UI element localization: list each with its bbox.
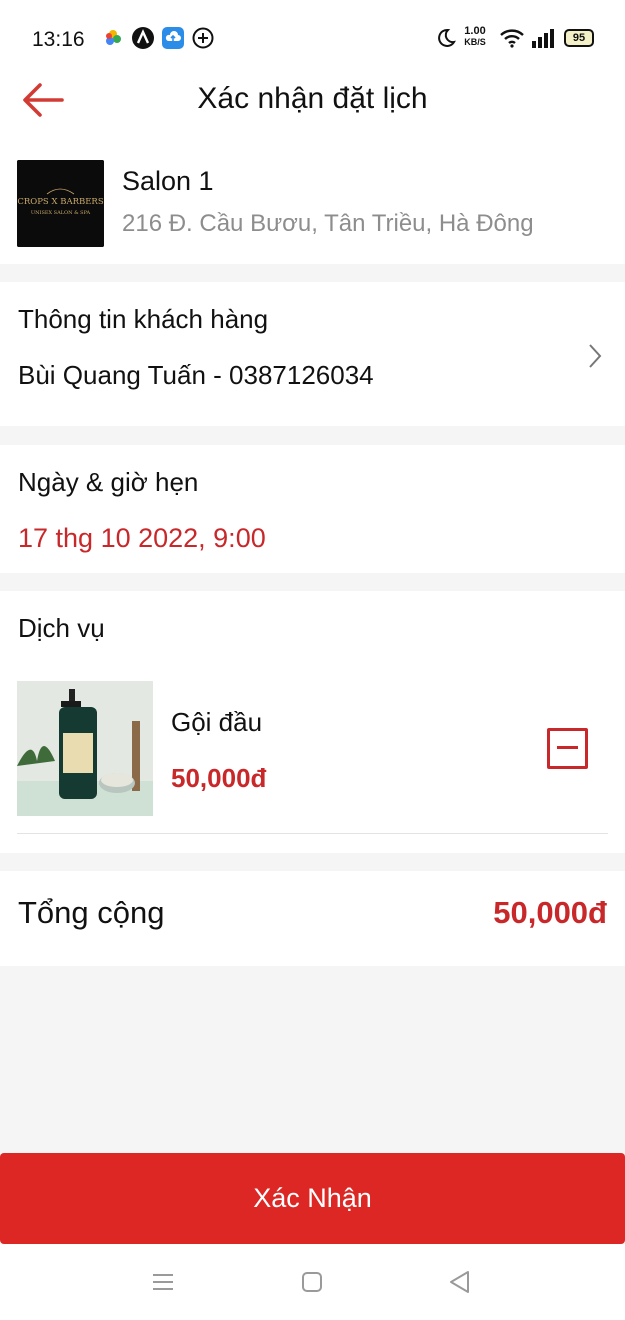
svg-text:CROPS X BARBERS: CROPS X BARBERS — [17, 197, 104, 207]
battery-level: 95 — [572, 32, 586, 44]
total-value: 50,000đ — [493, 895, 607, 930]
salon-name: Salon 1 — [122, 166, 214, 196]
total-label: Tổng cộng — [18, 895, 165, 930]
signal-icon — [532, 29, 554, 48]
customer-info-value: Bùi Quang Tuấn - 0387126034 — [18, 360, 374, 390]
total-row: Tổng cộng 50,000đ — [0, 871, 625, 966]
customer-info-row[interactable]: Thông tin khách hàng Bùi Quang Tuấn - 03… — [0, 282, 625, 426]
service-thumbnail — [17, 681, 153, 816]
confirm-button[interactable]: Xác Nhận — [0, 1153, 625, 1244]
services-section: Dịch vụ Gội đầu 50,000đ — [0, 591, 625, 853]
wifi-icon — [500, 29, 524, 48]
menu-icon[interactable] — [150, 1269, 176, 1295]
salon-logo: CROPS X BARBERS UNISEX SALON & SPA — [17, 160, 104, 247]
services-title: Dịch vụ — [18, 613, 105, 643]
chevron-right-icon — [589, 344, 602, 368]
divider — [17, 833, 608, 834]
page-title: Xác nhận đặt lịch — [197, 82, 428, 115]
service-price: 50,000đ — [171, 763, 267, 793]
add-circle-icon — [192, 27, 214, 49]
battery-icon: 95 — [564, 29, 594, 47]
svg-text:UNISEX SALON & SPA: UNISEX SALON & SPA — [31, 210, 91, 216]
appointment-datetime: 17 thg 10 2022, 9:00 — [18, 523, 266, 553]
pinwheel-app-icon — [106, 30, 121, 45]
appointment-section: Ngày & giờ hẹn 17 thg 10 2022, 9:00 — [0, 445, 625, 573]
moon-icon — [438, 28, 456, 47]
salon-address: 216 Đ. Cầu Bươu, Tân Triều, Hà Đông — [122, 210, 534, 237]
home-square-icon[interactable] — [299, 1269, 325, 1295]
service-name: Gội đầu — [171, 707, 263, 737]
appointment-title: Ngày & giờ hẹn — [18, 467, 199, 497]
status-time: 13:16 — [32, 28, 85, 51]
system-nav-bar — [0, 1244, 625, 1320]
back-triangle-icon[interactable] — [447, 1269, 473, 1295]
salon-card: CROPS X BARBERS UNISEX SALON & SPA Salon… — [0, 142, 625, 264]
app-a-icon — [132, 27, 154, 49]
cloud-upload-app-icon — [162, 27, 184, 49]
network-speed: 1.00 KB/S — [464, 25, 486, 48]
remove-service-button[interactable] — [547, 728, 588, 769]
customer-info-title: Thông tin khách hàng — [18, 304, 269, 334]
app-header: Xác nhận đặt lịch — [0, 60, 625, 142]
